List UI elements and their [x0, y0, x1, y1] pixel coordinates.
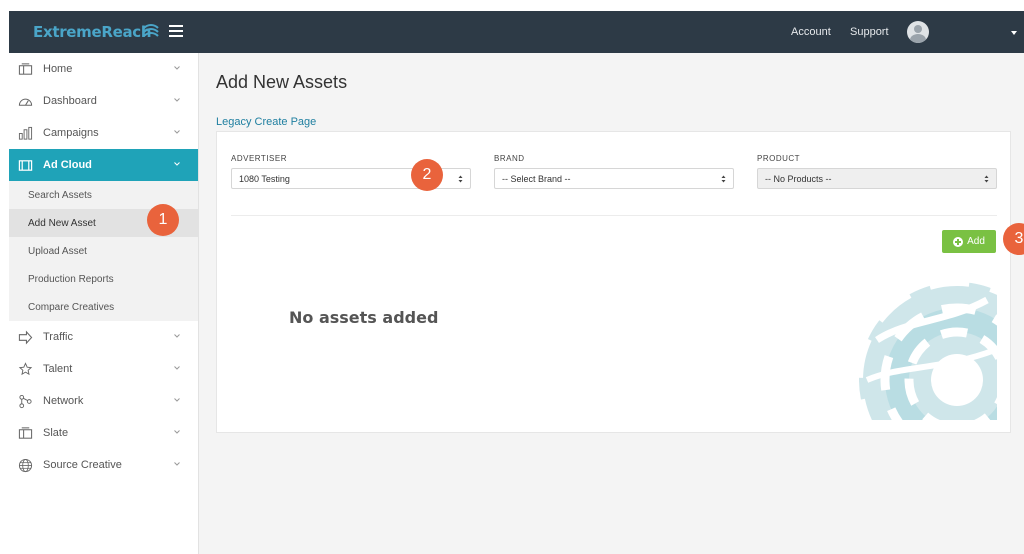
account-link[interactable]: Account — [791, 26, 831, 38]
add-button-label: Add — [967, 236, 985, 247]
sidebar-item-label: Slate — [43, 427, 69, 439]
logo-wave-icon — [143, 24, 159, 37]
top-bar: ExtremeReach Account Support — [9, 11, 1024, 53]
sidebar-subitem-compare-creatives[interactable]: Compare Creatives — [9, 293, 198, 321]
form-divider — [231, 215, 997, 216]
brand-select[interactable]: -- Select Brand -- — [494, 168, 734, 189]
select-arrows-icon — [458, 175, 463, 183]
hamburger-menu-icon[interactable] — [169, 25, 183, 37]
home-icon — [17, 61, 33, 77]
sidebar-item-label: Home — [43, 63, 73, 75]
sidebar-subitem-upload-asset[interactable]: Upload Asset — [9, 237, 198, 265]
sidebar-item-label: Traffic — [43, 331, 73, 343]
talent-icon — [17, 361, 33, 377]
chevron-down-icon — [174, 130, 180, 134]
legacy-create-page-link[interactable]: Legacy Create Page — [216, 116, 316, 128]
sidebar-item-network[interactable]: Network — [9, 385, 198, 417]
source-creative-icon — [17, 457, 33, 473]
advertiser-value: 1080 Testing — [239, 173, 290, 184]
user-avatar[interactable] — [907, 21, 929, 43]
callout-marker-2: 2 — [411, 159, 443, 191]
callout-marker-1: 1 — [147, 204, 179, 236]
slate-icon — [17, 425, 33, 441]
sidebar-item-label: Ad Cloud — [43, 159, 92, 171]
product-value: -- No Products -- — [765, 173, 832, 184]
sidebar-item-label: Talent — [43, 363, 73, 375]
ad-cloud-icon — [17, 157, 33, 173]
sidebar-item-dashboard[interactable]: Dashboard — [9, 85, 198, 117]
sidebar-item-talent[interactable]: Talent — [9, 353, 198, 385]
sidebar-item-label: Campaigns — [43, 127, 99, 139]
network-icon — [17, 393, 33, 409]
sidebar-item-label: Dashboard — [43, 95, 97, 107]
chevron-down-icon — [174, 430, 180, 434]
sidebar-item-home[interactable]: Home — [9, 53, 198, 85]
add-asset-button[interactable]: Add — [942, 230, 996, 253]
product-select[interactable]: -- No Products -- — [757, 168, 997, 189]
traffic-icon — [17, 329, 33, 345]
select-arrows-icon — [721, 175, 726, 183]
sidebar-item-label: Network — [43, 395, 84, 407]
globe-illustration-icon — [857, 280, 997, 420]
product-label: PRODUCT — [757, 154, 801, 163]
sidebar-item-slate[interactable]: Slate — [9, 417, 198, 449]
dashboard-icon — [17, 93, 33, 109]
empty-state-message: No assets added — [289, 308, 439, 327]
asset-form-card: ADVERTISER 1080 Testing BRAND -- Select … — [216, 131, 1011, 433]
sidebar-item-label: Source Creative — [43, 459, 122, 471]
chevron-down-icon — [174, 366, 180, 370]
page-title: Add New Assets — [216, 72, 348, 92]
extremereach-logo[interactable]: ExtremeReach — [33, 23, 152, 41]
sidebar: Home Dashboard Campaigns Ad Cloud Search… — [9, 53, 199, 554]
brand-value: -- Select Brand -- — [502, 173, 571, 184]
sidebar-item-campaigns[interactable]: Campaigns — [9, 117, 198, 149]
support-link[interactable]: Support — [850, 26, 889, 38]
plus-circle-icon — [953, 236, 964, 247]
user-menu-caret-icon[interactable] — [1011, 31, 1017, 35]
sidebar-item-ad-cloud[interactable]: Ad Cloud — [9, 149, 198, 181]
chevron-down-icon — [174, 98, 180, 102]
campaigns-icon — [17, 125, 33, 141]
advertiser-label: ADVERTISER — [231, 154, 287, 163]
app-window: ExtremeReach Account Support Home Dashbo… — [9, 11, 1024, 554]
sidebar-item-source-creative[interactable]: Source Creative — [9, 449, 198, 481]
chevron-down-icon — [174, 398, 180, 402]
select-arrows-icon — [984, 175, 989, 183]
chevron-down-icon — [174, 462, 180, 466]
chevron-down-icon — [174, 334, 180, 338]
sidebar-item-traffic[interactable]: Traffic — [9, 321, 198, 353]
chevron-down-icon — [174, 66, 180, 70]
sidebar-subitem-production-reports[interactable]: Production Reports — [9, 265, 198, 293]
brand-label: BRAND — [494, 154, 525, 163]
chevron-down-icon — [174, 162, 180, 166]
